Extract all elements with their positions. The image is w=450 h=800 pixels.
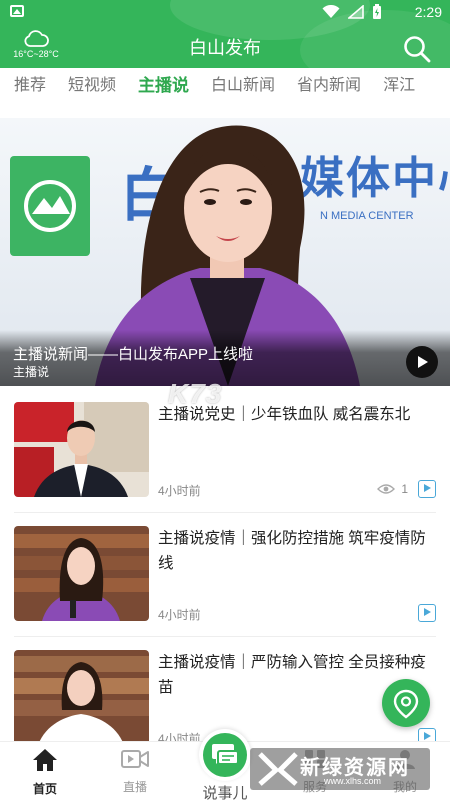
tab-province-news[interactable]: 省内新闻 (286, 68, 372, 104)
chat-bubble-icon (212, 744, 239, 765)
tab-anchor-talk[interactable]: 主播说 (127, 68, 200, 104)
anchor-thumbnail-image (14, 650, 149, 745)
search-button[interactable] (402, 34, 432, 64)
xlhs-watermark: 新绿资源网 www.xlhs.com (250, 748, 430, 790)
news-thumbnail (14, 650, 149, 745)
xlhs-logo-mark (258, 752, 298, 786)
play-button[interactable] (406, 346, 438, 378)
tab-short-video[interactable]: 短视频 (57, 68, 127, 104)
xlhs-watermark-url: www.xlhs.com (324, 776, 382, 786)
news-time: 4小时前 (158, 608, 201, 622)
wifi-icon (322, 5, 340, 18)
nav-talk-circle (203, 733, 247, 777)
signal-icon (348, 5, 364, 19)
video-camera-icon (121, 750, 149, 768)
status-time: 2:29 (414, 4, 442, 20)
location-button[interactable] (382, 679, 430, 727)
nav-live-label: 直播 (122, 780, 147, 794)
anchor-thumbnail-image (14, 526, 149, 621)
nav-home-label: 首页 (32, 782, 57, 796)
eye-icon (377, 484, 396, 494)
home-icon (33, 749, 57, 771)
search-icon (404, 36, 431, 63)
anchor-thumbnail-image (14, 402, 149, 497)
video-badge-icon (418, 604, 436, 622)
status-icons (322, 4, 382, 20)
view-count: 1 (377, 482, 408, 496)
gallery-notification-icon (10, 5, 24, 17)
tab-baishan-news[interactable]: 白山新闻 (200, 68, 286, 104)
tab-recommend[interactable]: 推荐 (0, 68, 57, 104)
news-title[interactable]: 主播说疫情｜强化防控措施 筑牢疫情防线 (158, 526, 438, 576)
list-item[interactable]: 主播说疫情｜强化防控措施 筑牢疫情防线 4小时前 (0, 512, 450, 636)
nav-live[interactable]: 直播 (100, 748, 170, 795)
news-thumbnail (14, 526, 149, 621)
hero-source: 主播说 (13, 365, 50, 379)
battery-icon (373, 4, 381, 19)
nav-talk-button[interactable] (199, 729, 251, 781)
list-item[interactable]: 主播说党史｜少年铁血队 威名震东北 4小时前 1 (0, 388, 450, 512)
status-bar: 2:29 (0, 0, 450, 24)
video-badge-icon (418, 480, 436, 498)
nav-home[interactable]: 首页 (10, 748, 80, 797)
hero-title[interactable]: 主播说新闻——白山发布APP上线啦 (13, 343, 253, 364)
news-thumbnail (14, 402, 149, 497)
app-header: 2:29 16°C~28°C 白山发布 (0, 0, 450, 68)
page-title: 白山发布 (189, 38, 261, 58)
news-time: 4小时前 (158, 484, 201, 498)
news-title[interactable]: 主播说党史｜少年铁血队 威名震东北 (158, 402, 438, 427)
featured-video-card[interactable]: 白 媒体中心 N MEDIA CENTER 主播说新闻——白山发布APP上线啦 … (0, 118, 450, 386)
location-pin-icon (393, 689, 419, 719)
tab-hunjiang[interactable]: 浑江 (372, 68, 426, 104)
view-count-value: 1 (401, 482, 408, 496)
category-tabs: 推荐 短视频 主播说 白山新闻 省内新闻 浑江 (0, 68, 450, 104)
